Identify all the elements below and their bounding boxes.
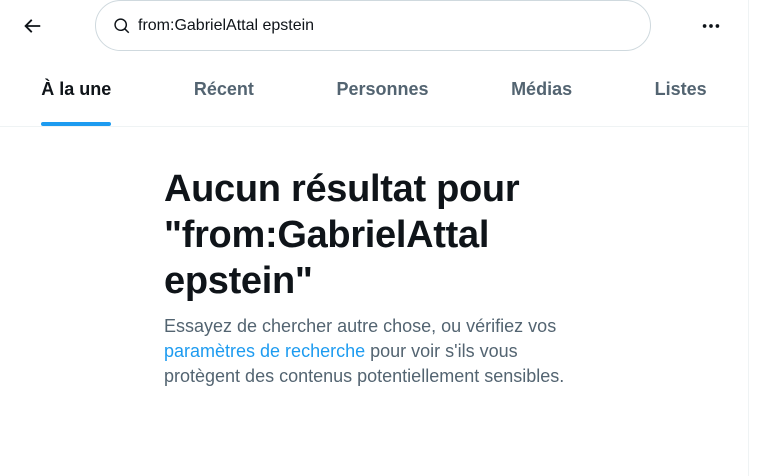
tab-lists[interactable]: Listes	[613, 53, 748, 126]
main-column: À la une Récent Personnes Médias Listes …	[0, 0, 749, 476]
tab-top[interactable]: À la une	[0, 53, 153, 126]
arrow-left-icon	[24, 19, 41, 33]
back-button[interactable]	[14, 8, 50, 44]
right-pane	[749, 0, 768, 476]
empty-state-body: Essayez de chercher autre chose, ou véri…	[164, 314, 584, 389]
search-settings-link[interactable]: paramètres de recherche	[164, 341, 365, 361]
search-box[interactable]	[95, 0, 651, 51]
search-header	[0, 0, 748, 53]
empty-state: Aucun résultat pour "from:GabrielAttal e…	[164, 166, 584, 389]
tab-label: Récent	[193, 79, 254, 99]
tab-media[interactable]: Médias	[470, 53, 614, 126]
tab-label: À la une	[41, 79, 112, 99]
more-horizontal-icon	[702, 24, 720, 28]
tab-top-inner: À la une	[41, 53, 112, 126]
empty-state-text-before: Essayez de chercher autre chose, ou véri…	[164, 316, 557, 336]
tab-people[interactable]: Personnes	[295, 53, 470, 126]
active-tab-indicator	[41, 122, 112, 126]
tab-label: Listes	[654, 79, 707, 99]
tab-label: Médias	[511, 79, 573, 99]
search-icon	[114, 18, 130, 34]
empty-state-title: Aucun résultat pour "from:GabrielAttal e…	[164, 168, 520, 302]
more-button[interactable]	[693, 8, 729, 44]
search-tabs: À la une Récent Personnes Médias Listes	[0, 53, 748, 127]
search-input[interactable]	[138, 14, 618, 38]
tab-latest[interactable]: Récent	[153, 53, 296, 126]
tab-label: Personnes	[336, 79, 429, 99]
